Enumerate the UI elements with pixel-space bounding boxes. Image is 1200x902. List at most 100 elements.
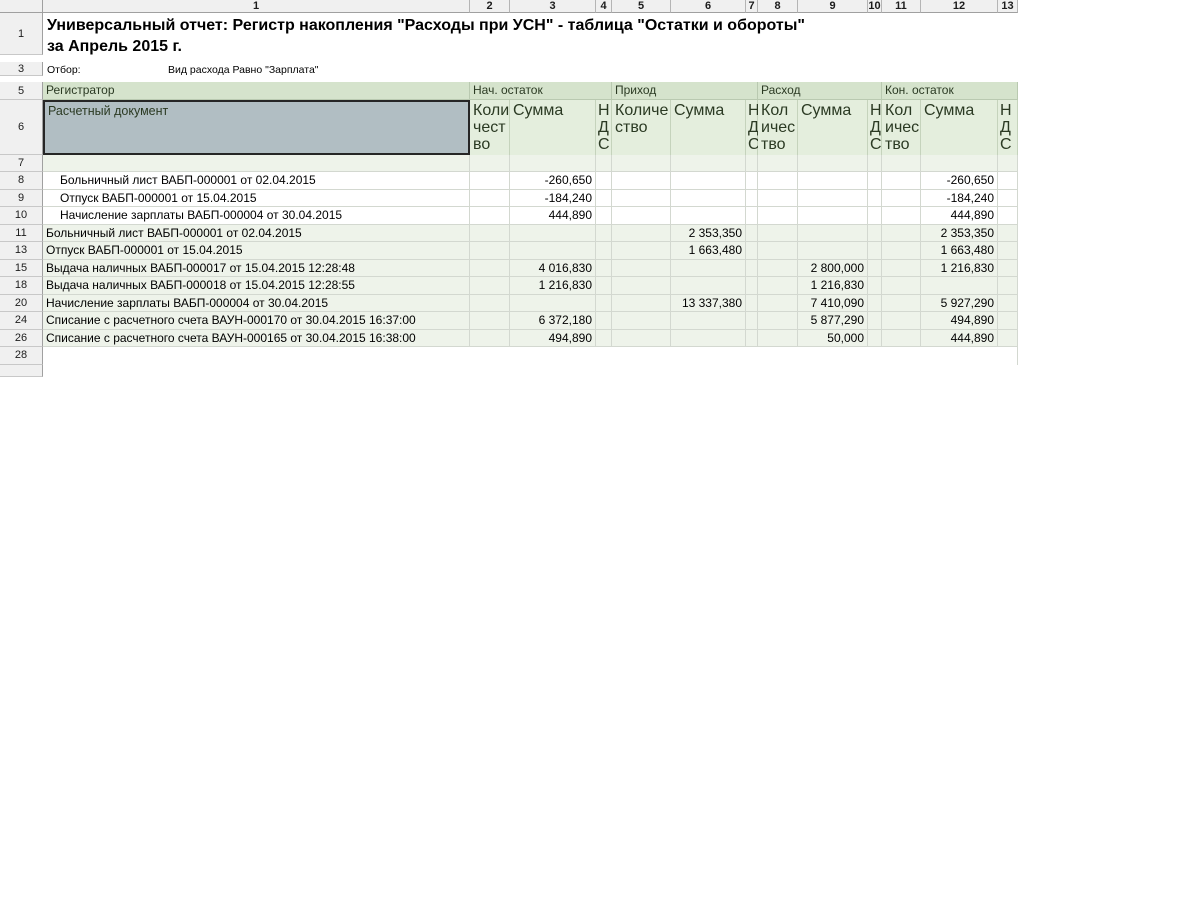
cell-income-sum[interactable] <box>671 277 746 295</box>
cell-empty[interactable] <box>746 242 758 260</box>
cell-income-sum[interactable] <box>671 259 746 277</box>
cell-start-sum[interactable]: 494,890 <box>510 329 596 347</box>
empty-cell[interactable] <box>921 155 998 172</box>
cell-empty[interactable] <box>868 207 882 225</box>
cell-empty[interactable] <box>758 259 798 277</box>
empty-cell[interactable] <box>882 155 921 172</box>
header-end-balance[interactable]: Кон. остаток <box>882 82 1018 100</box>
cell-expense-sum[interactable]: 1 216,830 <box>798 277 868 295</box>
column-header-2[interactable]: 2 <box>470 0 510 13</box>
column-header-12[interactable]: 12 <box>921 0 998 13</box>
cell-end-sum[interactable] <box>921 277 998 295</box>
row-label[interactable]: Больничный лист ВАБП-000001 от 02.04.201… <box>43 224 470 242</box>
header-qty-expense[interactable]: Кол ичес тво <box>758 100 798 155</box>
header-qty-income[interactable]: Количе ство <box>612 100 671 155</box>
cell-end-sum[interactable]: 2 353,350 <box>921 224 998 242</box>
cell-empty[interactable] <box>998 312 1018 330</box>
cell-empty[interactable] <box>746 207 758 225</box>
cell-empty[interactable] <box>596 277 612 295</box>
row-header-8[interactable]: 8 <box>0 172 43 190</box>
empty-cell[interactable] <box>798 155 868 172</box>
cell-empty[interactable] <box>758 294 798 312</box>
column-header-13[interactable]: 13 <box>998 0 1018 13</box>
cell-end-sum[interactable]: -260,650 <box>921 172 998 190</box>
cell-empty[interactable] <box>882 172 921 190</box>
cell-empty[interactable] <box>746 294 758 312</box>
row-header-28[interactable]: 28 <box>0 347 43 365</box>
cell-empty[interactable] <box>998 207 1018 225</box>
cell-empty[interactable] <box>882 294 921 312</box>
cell-start-sum[interactable]: 1 216,830 <box>510 277 596 295</box>
column-header-1[interactable]: 1 <box>43 0 470 13</box>
cell-empty[interactable] <box>470 207 510 225</box>
cell-empty[interactable] <box>868 312 882 330</box>
cell-empty[interactable] <box>612 329 671 347</box>
cell-empty[interactable] <box>758 224 798 242</box>
row-header-5[interactable]: 5 <box>0 82 43 100</box>
cell-empty[interactable] <box>882 329 921 347</box>
cell-empty[interactable] <box>596 259 612 277</box>
column-header-4[interactable]: 4 <box>596 0 612 13</box>
empty-cell[interactable] <box>612 155 671 172</box>
cell-income-sum[interactable]: 1 663,480 <box>671 242 746 260</box>
cell-empty[interactable] <box>746 277 758 295</box>
header-income[interactable]: Приход <box>612 82 758 100</box>
column-header-3[interactable]: 3 <box>510 0 596 13</box>
header-sum-expense[interactable]: Сумма <box>798 100 868 155</box>
cell-start-sum[interactable]: -184,240 <box>510 189 596 207</box>
cell-empty[interactable] <box>596 242 612 260</box>
cell-empty[interactable] <box>612 207 671 225</box>
cell-empty[interactable] <box>470 294 510 312</box>
cell-empty[interactable] <box>746 172 758 190</box>
cell-empty[interactable] <box>868 329 882 347</box>
header-qty-end[interactable]: Кол ичес тво <box>882 100 921 155</box>
cell-empty[interactable] <box>470 329 510 347</box>
cell-empty[interactable] <box>596 329 612 347</box>
cell-empty[interactable] <box>746 259 758 277</box>
row-header-7[interactable]: 7 <box>0 155 43 172</box>
row-header-26[interactable]: 26 <box>0 329 43 347</box>
cell-empty[interactable] <box>612 224 671 242</box>
cell-end-sum[interactable]: 1 663,480 <box>921 242 998 260</box>
cell-end-sum[interactable]: -184,240 <box>921 189 998 207</box>
row-header-20[interactable]: 20 <box>0 294 43 312</box>
header-nds-expense[interactable]: Н Д С <box>868 100 882 155</box>
cell-empty[interactable] <box>470 189 510 207</box>
cell-empty[interactable] <box>998 172 1018 190</box>
cell-start-sum[interactable] <box>510 294 596 312</box>
empty-row-28[interactable] <box>43 347 1018 365</box>
cell-start-sum[interactable]: 6 372,180 <box>510 312 596 330</box>
cell-empty[interactable] <box>882 259 921 277</box>
header-sum-end[interactable]: Сумма <box>921 100 998 155</box>
cell-empty[interactable] <box>868 189 882 207</box>
column-header-6[interactable]: 6 <box>671 0 746 13</box>
cell-empty[interactable] <box>882 207 921 225</box>
cell-empty[interactable] <box>868 172 882 190</box>
row-label[interactable]: Больничный лист ВАБП-000001 от 02.04.201… <box>43 172 470 190</box>
column-header-9[interactable]: 9 <box>798 0 868 13</box>
column-header-7[interactable]: 7 <box>746 0 758 13</box>
cell-expense-sum[interactable]: 2 800,000 <box>798 259 868 277</box>
column-header-8[interactable]: 8 <box>758 0 798 13</box>
cell-empty[interactable] <box>758 312 798 330</box>
row-label[interactable]: Отпуск ВАБП-000001 от 15.04.2015 <box>43 242 470 260</box>
row-header-6[interactable]: 6 <box>0 100 43 155</box>
cell-expense-sum[interactable]: 7 410,090 <box>798 294 868 312</box>
empty-cell[interactable] <box>510 155 596 172</box>
header-sum-start[interactable]: Сумма <box>510 100 596 155</box>
cell-empty[interactable] <box>882 224 921 242</box>
cell-empty[interactable] <box>868 242 882 260</box>
cell-expense-sum[interactable] <box>798 189 868 207</box>
cell-income-sum[interactable] <box>671 312 746 330</box>
header-expense[interactable]: Расход <box>758 82 882 100</box>
cell-empty[interactable] <box>998 277 1018 295</box>
empty-cell[interactable] <box>868 155 882 172</box>
cell-empty[interactable] <box>612 294 671 312</box>
row-header-15[interactable]: 15 <box>0 259 43 277</box>
cell-empty[interactable] <box>868 277 882 295</box>
cell-empty[interactable] <box>470 242 510 260</box>
cell-empty[interactable] <box>612 242 671 260</box>
cell-income-sum[interactable] <box>671 207 746 225</box>
cell-expense-sum[interactable] <box>798 172 868 190</box>
cell-expense-sum[interactable] <box>798 242 868 260</box>
